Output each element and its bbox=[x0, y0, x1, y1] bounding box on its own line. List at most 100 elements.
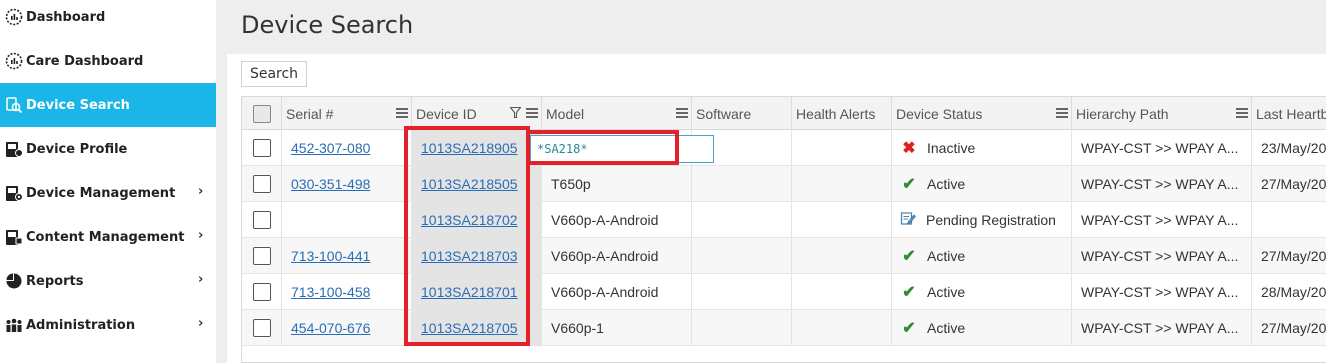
sidebar-item-device-management[interactable]: Device Management › bbox=[0, 171, 216, 215]
column-header-last-heartbeat[interactable]: Last Heartb bbox=[1252, 97, 1326, 130]
cell-health bbox=[792, 238, 892, 274]
cell-heartbeat: 27/May/20 bbox=[1252, 238, 1326, 274]
serial-link[interactable]: 030-351-498 bbox=[291, 176, 370, 192]
row-checkbox[interactable] bbox=[252, 247, 271, 265]
cell-text: 28/May/20 bbox=[1261, 284, 1326, 300]
cell-heartbeat bbox=[1252, 202, 1326, 238]
cell-status: ✖ Inactive bbox=[892, 130, 1072, 166]
sidebar-item-label: Device Management bbox=[26, 185, 176, 201]
cell-serial: 713-100-441 bbox=[282, 238, 412, 274]
cell-text: 27/May/20 bbox=[1261, 320, 1326, 336]
sidebar-item-content-management[interactable]: Content Management › bbox=[0, 215, 216, 259]
column-header-label: Device Status bbox=[896, 105, 983, 122]
cell-text: 23/May/20 bbox=[1261, 140, 1326, 156]
column-header-label: Last Heartb bbox=[1256, 105, 1326, 122]
row-checkbox-cell bbox=[242, 238, 282, 274]
device-search-icon bbox=[3, 94, 25, 116]
status-check-icon: ✔ bbox=[902, 248, 916, 265]
sidebar-item-device-profile[interactable]: Device Profile bbox=[0, 127, 216, 171]
sidebar-item-label: Dashboard bbox=[26, 9, 106, 25]
column-header-software[interactable]: Software bbox=[692, 97, 792, 130]
cell-heartbeat: 27/May/20 bbox=[1252, 310, 1326, 346]
cell-hierarchy: WPAY-CST >> WPAY A... bbox=[1072, 274, 1252, 310]
column-header-hierarchy-path[interactable]: Hierarchy Path bbox=[1072, 97, 1252, 130]
row-checkbox[interactable] bbox=[252, 139, 271, 157]
cell-text: WPAY-CST >> WPAY A... bbox=[1081, 176, 1239, 192]
column-header-label: Model bbox=[546, 105, 585, 122]
cell-text: V660p-A-Android bbox=[551, 248, 659, 264]
serial-link[interactable]: 713-100-441 bbox=[291, 248, 370, 264]
column-header-health-alerts[interactable]: Health Alerts bbox=[792, 97, 892, 130]
sidebar-item-administration[interactable]: Administration › bbox=[0, 303, 216, 347]
cell-text: T650p bbox=[551, 176, 591, 192]
cell-software bbox=[692, 274, 792, 310]
serial-link[interactable]: 454-070-676 bbox=[291, 320, 370, 336]
sidebar-item-label: Reports bbox=[26, 273, 84, 289]
sidebar-item-care-dashboard[interactable]: Care Dashboard bbox=[0, 39, 216, 83]
cell-text: V660p-1 bbox=[551, 320, 604, 336]
cell-text: WPAY-CST >> WPAY A... bbox=[1081, 248, 1239, 264]
cell-heartbeat: 27/May/20 bbox=[1252, 166, 1326, 202]
row-checkbox[interactable] bbox=[252, 319, 271, 337]
sidebar-item-reports[interactable]: Reports › bbox=[0, 259, 216, 303]
cell-status: Pending Registration bbox=[892, 202, 1072, 238]
sidebar-item-label: Content Management bbox=[26, 229, 185, 245]
cell-health bbox=[792, 310, 892, 346]
dashboard-gauge-icon bbox=[3, 6, 25, 28]
select-all-checkbox[interactable] bbox=[252, 104, 271, 123]
column-header-label: Serial # bbox=[286, 105, 334, 122]
row-checkbox[interactable] bbox=[252, 283, 271, 301]
status-x-icon: ✖ bbox=[902, 140, 916, 157]
column-header-label: Software bbox=[696, 105, 752, 122]
sidebar-item-label: Care Dashboard bbox=[26, 53, 144, 69]
cell-serial: 454-070-676 bbox=[282, 310, 412, 346]
cell-heartbeat: 23/May/20 bbox=[1252, 130, 1326, 166]
serial-link[interactable]: 713-100-458 bbox=[291, 284, 370, 300]
column-menu-icon[interactable] bbox=[396, 108, 408, 118]
chevron-right-icon: › bbox=[198, 316, 204, 331]
status-text: Pending Registration bbox=[926, 212, 1056, 228]
status-text: Active bbox=[927, 248, 966, 264]
status-check-icon: ✔ bbox=[902, 176, 916, 193]
reports-pie-icon bbox=[3, 270, 25, 292]
status-text: Active bbox=[927, 320, 966, 336]
content-management-icon bbox=[3, 226, 25, 248]
cell-health bbox=[792, 166, 892, 202]
cell-health bbox=[792, 130, 892, 166]
cell-software bbox=[692, 166, 792, 202]
column-menu-icon[interactable] bbox=[526, 108, 538, 118]
cell-model: V660p-A-Android bbox=[542, 274, 692, 310]
column-menu-icon[interactable] bbox=[1236, 108, 1248, 118]
cell-serial: 030-351-498 bbox=[282, 166, 412, 202]
cell-hierarchy: WPAY-CST >> WPAY A... bbox=[1072, 238, 1252, 274]
sidebar-item-label: Device Search bbox=[26, 97, 130, 113]
sidebar-item-dashboard[interactable]: Dashboard bbox=[0, 0, 216, 39]
sidebar: Dashboard Care Dashboard Device Search D… bbox=[0, 0, 216, 363]
cell-text: WPAY-CST >> WPAY A... bbox=[1081, 140, 1239, 156]
search-button[interactable]: Search bbox=[241, 61, 307, 87]
sidebar-item-device-search[interactable]: Device Search bbox=[0, 83, 216, 127]
device-id-column-highlight bbox=[404, 126, 530, 346]
filter-funnel-icon[interactable] bbox=[509, 106, 522, 121]
cell-health bbox=[792, 274, 892, 310]
column-header-device-status[interactable]: Device Status bbox=[892, 97, 1072, 130]
cell-software bbox=[692, 310, 792, 346]
cell-text: V660p-A-Android bbox=[551, 212, 659, 228]
row-checkbox-cell bbox=[242, 202, 282, 238]
row-checkbox[interactable] bbox=[252, 211, 271, 229]
serial-link[interactable]: 452-307-080 bbox=[291, 140, 370, 156]
cell-model: V660p-A-Android bbox=[542, 238, 692, 274]
column-menu-icon[interactable] bbox=[1056, 108, 1068, 118]
cell-serial: 452-307-080 bbox=[282, 130, 412, 166]
sidebar-item-label: Device Profile bbox=[26, 141, 128, 157]
column-header-model[interactable]: Model bbox=[542, 97, 692, 130]
status-text: Active bbox=[927, 284, 966, 300]
column-header-serial[interactable]: Serial # bbox=[282, 97, 412, 130]
column-menu-icon[interactable] bbox=[676, 108, 688, 118]
row-checkbox[interactable] bbox=[252, 175, 271, 193]
device-profile-icon bbox=[3, 138, 25, 160]
cell-serial: 713-100-458 bbox=[282, 274, 412, 310]
cell-text: V660p-A-Android bbox=[551, 284, 659, 300]
care-dashboard-gauge-icon bbox=[3, 50, 25, 72]
row-checkbox-cell bbox=[242, 274, 282, 310]
